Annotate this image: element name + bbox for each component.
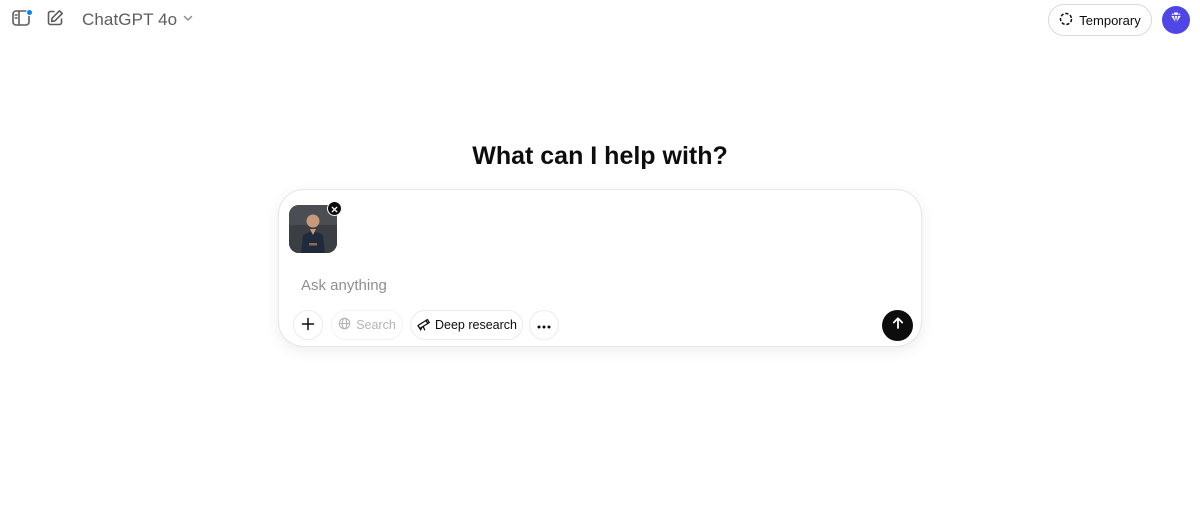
- temporary-chat-button[interactable]: Temporary: [1048, 4, 1152, 36]
- send-button[interactable]: [882, 310, 913, 341]
- telescope-icon: [416, 317, 430, 334]
- notification-dot: [26, 9, 33, 16]
- new-chat-button[interactable]: [42, 7, 68, 33]
- model-name: ChatGPT 4o: [82, 10, 178, 29]
- search-button[interactable]: Search: [331, 310, 403, 340]
- attach-button[interactable]: [293, 310, 323, 340]
- attached-image[interactable]: [289, 201, 342, 253]
- close-icon: [331, 200, 338, 218]
- page-title: What can I help with?: [472, 142, 728, 170]
- globe-icon: [338, 317, 351, 333]
- prompt-composer: Search Deep research: [278, 189, 922, 347]
- diamond-logo-icon: [1167, 9, 1185, 32]
- plus-icon: [301, 317, 315, 334]
- dashed-circle-icon: [1059, 12, 1073, 29]
- chevron-down-icon: [182, 11, 194, 29]
- user-avatar[interactable]: [1162, 6, 1190, 34]
- sidebar-toggle-button[interactable]: [8, 7, 34, 33]
- arrow-up-icon: [891, 316, 905, 335]
- deep-research-button[interactable]: Deep research: [410, 310, 523, 340]
- compose-icon: [45, 8, 65, 33]
- remove-attachment-button[interactable]: [327, 201, 342, 216]
- top-bar: ChatGPT 4o Temporary: [0, 0, 1200, 40]
- ellipsis-icon: [537, 318, 551, 332]
- temporary-label: Temporary: [1079, 12, 1141, 28]
- chat-page: ChatGPT 4o Temporary What can I help wit…: [0, 0, 1200, 530]
- more-tools-button[interactable]: [529, 310, 559, 340]
- model-switcher[interactable]: ChatGPT 4o: [76, 6, 200, 34]
- prompt-input[interactable]: [301, 274, 861, 296]
- search-label: Search: [356, 318, 396, 332]
- deep-research-label: Deep research: [435, 318, 517, 332]
